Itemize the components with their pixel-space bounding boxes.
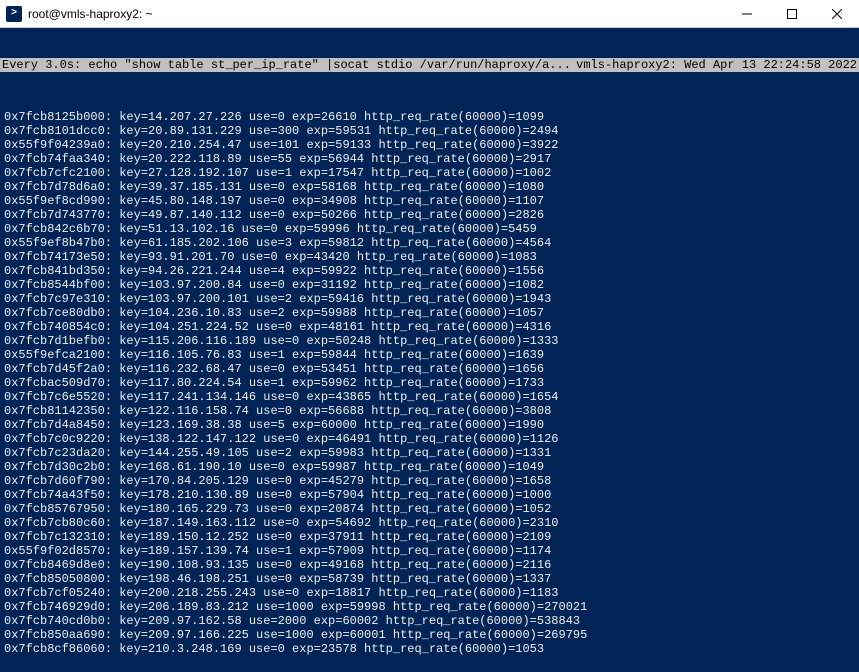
table-row: 0x7fcb7c132310: key=189.150.12.252 use=0… xyxy=(4,530,855,544)
table-row: 0x7fcb8469d8e0: key=190.108.93.135 use=0… xyxy=(4,558,855,572)
table-row: 0x55f9f02d8570: key=189.157.139.74 use=1… xyxy=(4,544,855,558)
table-row: 0x7fcb7cb80c60: key=187.149.163.112 use=… xyxy=(4,516,855,530)
table-row: 0x7fcb7d1befb0: key=115.206.116.189 use=… xyxy=(4,334,855,348)
table-row: 0x7fcb74a43f50: key=178.210.130.89 use=0… xyxy=(4,488,855,502)
window-title: root@vmls-haproxy2: ~ xyxy=(28,7,153,21)
table-row: 0x7fcb8125b000: key=14.207.27.226 use=0 … xyxy=(4,110,855,124)
table-row: 0x7fcb7d60f790: key=170.84.205.129 use=0… xyxy=(4,474,855,488)
table-row: 0x7fcb7d45f2a0: key=116.232.68.47 use=0 … xyxy=(4,362,855,376)
table-row: 0x7fcb74faa340: key=20.222.118.89 use=55… xyxy=(4,152,855,166)
powershell-icon xyxy=(6,6,22,22)
table-row: 0x7fcb7c97e310: key=103.97.200.101 use=2… xyxy=(4,292,855,306)
table-row: 0x7fcb85767950: key=180.165.229.73 use=0… xyxy=(4,502,855,516)
watch-timestamp: vmls-haproxy2: Wed Apr 13 22:24:58 2022 xyxy=(576,58,857,72)
table-row: 0x7fcbac509d70: key=117.80.224.54 use=1 … xyxy=(4,376,855,390)
table-row: 0x7fcb740854c0: key=104.251.224.52 use=0… xyxy=(4,320,855,334)
table-row: 0x7fcb746929d0: key=206.189.83.212 use=1… xyxy=(4,600,855,614)
table-row: 0x55f9ef8b47b0: key=61.185.202.106 use=3… xyxy=(4,236,855,250)
table-row: 0x7fcb7d78d6a0: key=39.37.185.131 use=0 … xyxy=(4,180,855,194)
table-row: 0x7fcb841bd350: key=94.26.221.244 use=4 … xyxy=(4,264,855,278)
table-row: 0x7fcb8544bf00: key=103.97.200.84 use=0 … xyxy=(4,278,855,292)
table-row: 0x7fcb7d4a8450: key=123.169.38.38 use=5 … xyxy=(4,418,855,432)
table-row: 0x7fcb7d743770: key=49.87.140.112 use=0 … xyxy=(4,208,855,222)
table-row: 0x7fcb8cf86060: key=210.3.248.169 use=0 … xyxy=(4,642,855,656)
titlebar-left: root@vmls-haproxy2: ~ xyxy=(0,6,153,22)
table-row: 0x55f9efca2100: key=116.105.76.83 use=1 … xyxy=(4,348,855,362)
table-row: 0x7fcb7ce80db0: key=104.236.10.83 use=2 … xyxy=(4,306,855,320)
table-row: 0x55f9f04239a0: key=20.210.254.47 use=10… xyxy=(4,138,855,152)
maximize-button[interactable] xyxy=(769,0,814,28)
table-row: 0x7fcb740cd0b0: key=209.97.162.58 use=20… xyxy=(4,614,855,628)
watch-header: Every 3.0s: echo "show table st_per_ip_r… xyxy=(0,58,859,72)
table-row: 0x7fcb8101dcc0: key=20.89.131.229 use=30… xyxy=(4,124,855,138)
table-row: 0x7fcb7c0c9220: key=138.122.147.122 use=… xyxy=(4,432,855,446)
table-row: 0x7fcb7cf05240: key=200.218.255.243 use=… xyxy=(4,586,855,600)
table-row: 0x7fcb7c6e5520: key=117.241.134.146 use=… xyxy=(4,390,855,404)
table-row: 0x7fcb842c6b70: key=51.13.102.16 use=0 e… xyxy=(4,222,855,236)
table-row: 0x7fcb7d30c2b0: key=168.61.190.10 use=0 … xyxy=(4,460,855,474)
table-row: 0x7fcb81142350: key=122.116.158.74 use=0… xyxy=(4,404,855,418)
window-titlebar: root@vmls-haproxy2: ~ xyxy=(0,0,859,28)
table-row: 0x7fcb85050800: key=198.46.198.251 use=0… xyxy=(4,572,855,586)
table-row: 0x7fcb7c23da20: key=144.255.49.105 use=2… xyxy=(4,446,855,460)
close-button[interactable] xyxy=(814,0,859,28)
terminal-lines: 0x7fcb8125b000: key=14.207.27.226 use=0 … xyxy=(4,110,855,656)
table-row: 0x7fcb850aa690: key=209.97.166.225 use=1… xyxy=(4,628,855,642)
table-row: 0x7fcb7cfc2100: key=27.128.192.107 use=1… xyxy=(4,166,855,180)
table-row: 0x7fcb74173e50: key=93.91.201.70 use=0 e… xyxy=(4,250,855,264)
table-row: 0x55f9ef8cd990: key=45.80.148.197 use=0 … xyxy=(4,194,855,208)
window-controls xyxy=(724,0,859,28)
minimize-button[interactable] xyxy=(724,0,769,28)
watch-command: Every 3.0s: echo "show table st_per_ip_r… xyxy=(2,58,571,72)
terminal-output[interactable]: Every 3.0s: echo "show table st_per_ip_r… xyxy=(0,28,859,672)
